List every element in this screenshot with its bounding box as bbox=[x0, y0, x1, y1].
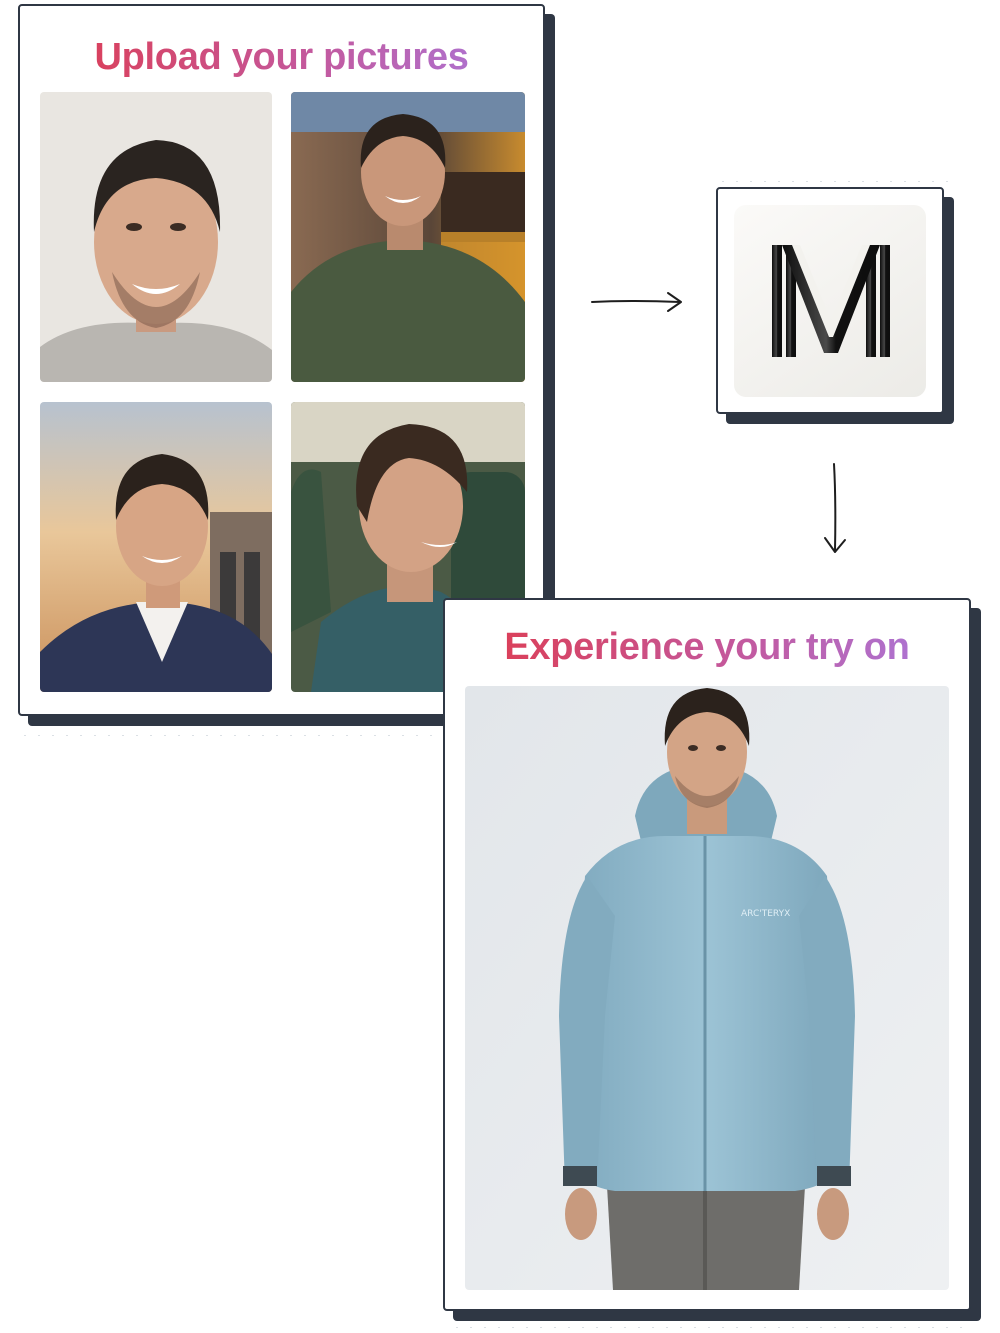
try-on-result-card: Experience your try on ARC'TERYX bbox=[443, 598, 971, 1311]
portrait-photo-icon bbox=[40, 92, 272, 382]
arrow-down-icon bbox=[824, 463, 846, 553]
uploaded-photo-1[interactable] bbox=[40, 92, 272, 382]
portrait-photo-icon bbox=[291, 92, 525, 382]
dotted-divider bbox=[18, 734, 448, 736]
uploaded-photo-2[interactable] bbox=[291, 92, 525, 382]
dotted-divider bbox=[716, 180, 956, 182]
result-card-title: Experience your try on bbox=[445, 625, 969, 669]
m-logo-card bbox=[716, 187, 944, 414]
m-logo-tile bbox=[734, 205, 926, 397]
try-on-result-photo[interactable]: ARC'TERYX bbox=[465, 686, 949, 1290]
dotted-divider bbox=[450, 1326, 970, 1328]
upload-card-title: Upload your pictures bbox=[20, 35, 543, 79]
try-on-flow-diagram: Upload your pictures Experience your try… bbox=[0, 0, 1000, 1333]
uploaded-photo-3[interactable] bbox=[40, 402, 272, 692]
portrait-photo-icon bbox=[40, 402, 272, 692]
arrow-right-icon bbox=[591, 292, 682, 312]
jacket-try-on-icon: ARC'TERYX bbox=[465, 686, 949, 1290]
m-logo-icon bbox=[772, 245, 890, 357]
jacket-logo: ARC'TERYX bbox=[741, 909, 790, 919]
